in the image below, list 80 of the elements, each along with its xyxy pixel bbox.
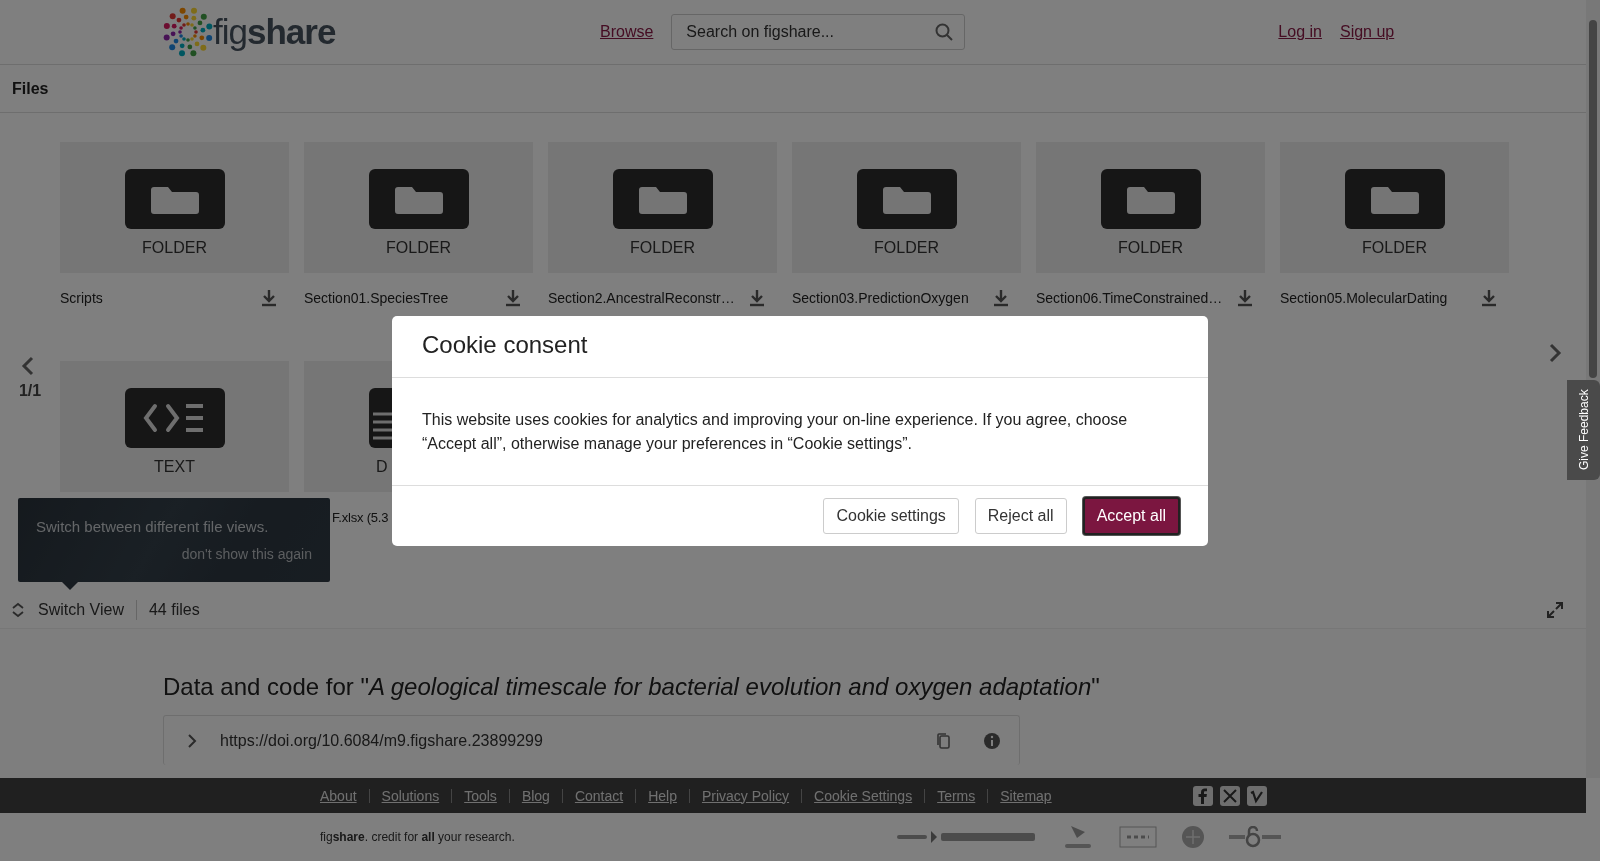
tagline: figshare. credit for all your research. <box>320 830 516 844</box>
file-name[interactable]: Section05.MolecularDating <box>1280 290 1448 306</box>
item-title: Data and code for "A geological timescale for bacterial evolution and oxygen adaptation" <box>163 673 1101 701</box>
dialog-title: Cookie consent <box>392 316 1208 378</box>
file-name[interactable]: Section03.PredictionOxygen <box>792 290 969 306</box>
file-type-label: D <box>376 458 388 476</box>
tooltip-message: Switch between different file views. <box>36 518 269 535</box>
copy-icon[interactable] <box>935 731 951 750</box>
folder-icon <box>856 169 957 229</box>
file-name[interactable]: Scripts <box>60 290 103 306</box>
file-name[interactable]: Section2.AncestralReconstr… <box>548 290 735 306</box>
file-type-label: FOLDER <box>142 239 207 257</box>
chevron-icon[interactable] <box>186 732 198 749</box>
file-card[interactable]: FOLDER <box>792 142 1021 273</box>
file-type-label: FOLDER <box>386 239 451 257</box>
dismiss-link[interactable]: don't show this again <box>181 546 312 562</box>
section-title: Files <box>12 79 49 98</box>
switch-view-button[interactable]: Switch View <box>25 600 136 619</box>
page-indicator: 1/1 <box>18 382 42 400</box>
partner-logo[interactable] <box>1119 826 1157 848</box>
folder-icon <box>612 169 713 229</box>
footer-link[interactable]: Sitemap <box>1000 787 1052 804</box>
file-type-label: FOLDER <box>874 239 939 257</box>
file-card[interactable]: FOLDER <box>1280 142 1509 273</box>
download-icon[interactable] <box>1481 289 1497 307</box>
footer-link[interactable]: Tools <box>464 787 497 804</box>
partner-logo[interactable] <box>1181 825 1205 849</box>
browse-link[interactable]: Browse <box>600 23 654 41</box>
account-link[interactable]: Sign up <box>1339 23 1395 41</box>
facebook-icon[interactable] <box>1192 785 1213 806</box>
footer-link[interactable]: Contact <box>574 787 624 804</box>
download-icon[interactable] <box>505 289 521 307</box>
download-icon[interactable] <box>1237 289 1253 307</box>
file-type-label: FOLDER <box>1362 239 1427 257</box>
file-type-label: TEXT <box>154 458 195 476</box>
partner-logo[interactable] <box>897 829 1037 845</box>
info-icon[interactable] <box>983 731 1001 750</box>
file-name[interactable]: Section01.SpeciesTree <box>304 290 449 306</box>
file-count: 44 files <box>148 600 200 619</box>
folder-icon <box>1344 169 1445 229</box>
x-icon[interactable] <box>1219 785 1240 806</box>
footer-link[interactable]: Blog <box>521 787 550 804</box>
footer-link[interactable]: About <box>320 787 357 804</box>
search-icon[interactable] <box>935 23 954 41</box>
file-card[interactable]: FOLDER <box>60 142 289 273</box>
dialog-message: This website uses cookies for analytics and improving your on-line experience. If you agree, choose “Accept all”, otherwise manage your preferences in “Cookie settings”. <box>392 378 1208 486</box>
logo-wordmark[interactable]: figshare <box>213 12 336 52</box>
footer-link[interactable]: Solutions <box>381 787 440 804</box>
doi-link[interactable]: https://doi.org/10.6084/m9.figshare.23899299 <box>220 731 935 750</box>
secondary-button[interactable]: Reject all <box>974 498 1067 534</box>
footer-link[interactable]: Help <box>648 787 677 804</box>
logo-icon <box>163 7 213 57</box>
file-card[interactable]: TEXT <box>60 361 289 492</box>
download-icon[interactable] <box>993 289 1009 307</box>
file-type-label: FOLDER <box>1118 239 1183 257</box>
switch-view-icon[interactable] <box>11 601 25 618</box>
partner-logo[interactable] <box>1229 826 1281 848</box>
folder-icon <box>1100 169 1201 229</box>
tooltip-pointer <box>62 582 78 590</box>
footer-link[interactable]: Privacy Policy <box>701 787 790 804</box>
download-icon[interactable] <box>261 289 277 307</box>
secondary-button[interactable]: Cookie settings <box>823 498 959 534</box>
file-card[interactable]: FOLDER <box>304 142 533 273</box>
code-file-icon <box>124 388 225 448</box>
accept-button[interactable]: Accept all <box>1082 497 1180 535</box>
search-field[interactable]: Search on figshare... <box>671 14 966 50</box>
download-icon[interactable] <box>749 289 765 307</box>
folder-icon <box>124 169 225 229</box>
file-type-label: FOLDER <box>630 239 695 257</box>
footer-link[interactable]: Terms <box>937 787 976 804</box>
file-name[interactable]: Section06.TimeConstrained… <box>1036 290 1223 306</box>
account-link[interactable]: Log in <box>1278 23 1322 41</box>
vimeo-icon[interactable] <box>1246 785 1267 806</box>
footer-link[interactable]: Cookie Settings <box>814 787 913 804</box>
file-card[interactable]: FOLDER <box>548 142 777 273</box>
fullscreen-icon[interactable] <box>1547 601 1563 618</box>
file-card[interactable]: FOLDER <box>1036 142 1265 273</box>
folder-icon <box>368 169 469 229</box>
file-name[interactable]: F.xlsx (5.3 <box>332 509 389 525</box>
feedback-tab[interactable]: Give Feedback <box>1567 380 1600 480</box>
